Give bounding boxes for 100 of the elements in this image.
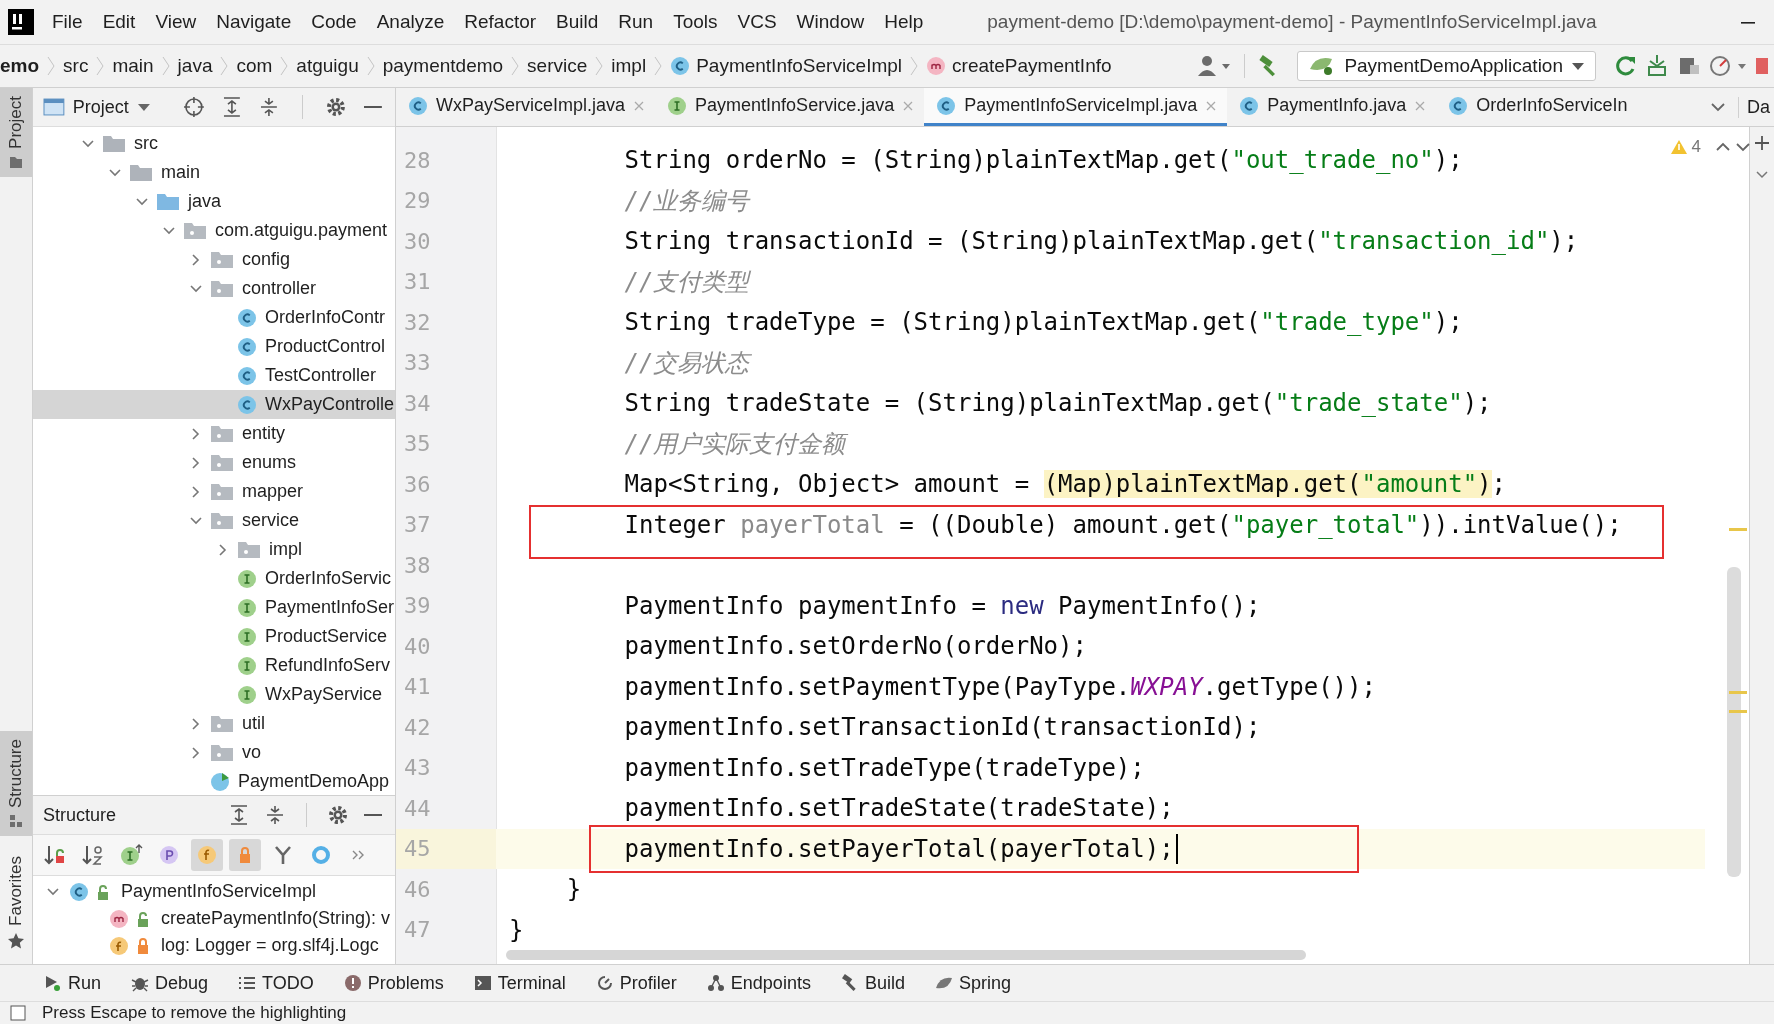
menu-item[interactable]: View [155, 11, 197, 33]
editor-tab[interactable]: OrderInfoServiceIn [1436, 88, 1638, 126]
field-icon[interactable] [191, 839, 223, 871]
scrollbar[interactable] [1727, 567, 1741, 877]
tree-item[interactable]: WxPayService [33, 680, 395, 709]
code-line: PaymentInfo paymentInfo = new PaymentInfo(); [624, 591, 1261, 620]
breadcrumb-item[interactable]: src [63, 55, 89, 77]
class-icon [237, 394, 257, 415]
tool-window-button[interactable]: TODO [234, 970, 318, 996]
menu-item[interactable]: Run [618, 11, 654, 33]
menu-item[interactable]: Window [796, 11, 865, 33]
breadcrumb-item[interactable]: emo [0, 55, 40, 77]
menu-item[interactable]: Code [311, 11, 357, 33]
tree-item[interactable]: OrderInfoContr [33, 303, 395, 332]
tree-item[interactable]: controller [33, 274, 395, 303]
package-folder-icon [237, 540, 261, 559]
user-icon[interactable] [1196, 54, 1233, 78]
editor-tab[interactable]: WxPayServiceImpl.java [396, 88, 656, 126]
caret-icon[interactable] [136, 102, 151, 112]
tool-window-button[interactable]: Terminal [469, 970, 570, 996]
breadcrumb-item[interactable]: com [236, 55, 273, 77]
editor-tab[interactable]: PaymentInfo.java [1227, 88, 1437, 126]
tree-item[interactable]: OrderInfoServic [33, 564, 395, 593]
tool-window-tab[interactable]: Favorites [0, 848, 32, 958]
menu-item[interactable]: Build [556, 11, 599, 33]
chevron-down-icon[interactable] [1735, 140, 1751, 154]
tool-window-button[interactable]: Run [40, 970, 106, 996]
breadcrumb-item[interactable]: main [112, 55, 154, 77]
collapse-all-icon[interactable] [264, 804, 286, 826]
menu-item[interactable]: Help [884, 11, 924, 33]
line-number: 47 [403, 916, 432, 945]
menu-item[interactable]: File [52, 11, 83, 33]
locate-icon[interactable] [182, 96, 205, 118]
warning-marker[interactable] [1729, 691, 1747, 694]
package-folder-icon [210, 714, 234, 733]
tool-window-button[interactable]: Build [836, 970, 909, 996]
tree-item[interactable]: mapper [33, 477, 395, 506]
menu-item[interactable]: Edit [102, 11, 136, 33]
tree-item[interactable]: impl [33, 535, 395, 564]
expand-all-icon[interactable] [228, 804, 250, 826]
tree-item[interactable]: PaymentDemoApp [33, 767, 395, 795]
breadcrumb-item[interactable]: java [177, 55, 213, 77]
tool-window-tab[interactable]: Structure [0, 731, 32, 837]
interface-icon [237, 655, 257, 676]
tool-window-button[interactable]: Problems [339, 970, 448, 996]
tool-window-tab[interactable]: Project [0, 88, 32, 177]
menu-item[interactable]: VCS [737, 11, 777, 33]
chevron-icon [654, 55, 663, 77]
tree-item[interactable]: util [33, 709, 395, 738]
panel-title[interactable]: Project [72, 96, 129, 118]
breadcrumb-item[interactable]: atguigu [296, 55, 359, 77]
breadcrumb-item[interactable]: PaymentInfoServiceImpl [670, 55, 903, 77]
breadcrumb-item[interactable]: paymentdemo [382, 55, 504, 77]
chevron-icon [511, 55, 520, 77]
side-tab[interactable]: Da [1738, 96, 1774, 118]
tree-item[interactable]: config [33, 245, 395, 274]
menu-item[interactable]: Analyze [376, 11, 445, 33]
tree-item[interactable]: entity [33, 419, 395, 448]
warning-marker[interactable] [1729, 710, 1747, 713]
settings-icon[interactable] [325, 96, 348, 118]
structure-item[interactable]: PaymentInfoServiceImpl [33, 878, 395, 905]
tree-item[interactable]: TestController [33, 361, 395, 390]
chevron-down-icon[interactable] [1755, 169, 1769, 181]
tree-item[interactable]: ProductControl [33, 332, 395, 361]
scrollbar[interactable] [506, 950, 1306, 960]
tree-item[interactable]: vo [33, 738, 395, 767]
editor-tab[interactable]: PaymentInfoServiceImpl.java [924, 88, 1228, 126]
settings-icon[interactable] [327, 804, 349, 826]
tool-window-button[interactable]: Debug [127, 970, 213, 996]
tree-item[interactable]: service [33, 506, 395, 535]
profiler-icon[interactable] [1708, 53, 1748, 79]
run-configuration-dropdown[interactable]: PaymentDemoApplication [1297, 51, 1596, 81]
code-line: Integer payerTotal = ((Double) amount.get("payer_total")).intValue(); [624, 510, 1622, 539]
structure-item[interactable]: createPaymentInfo(String): v [33, 905, 395, 932]
tree-item[interactable]: src [33, 129, 395, 158]
tree-item[interactable]: ProductService [33, 622, 395, 651]
tree-item[interactable]: RefundInfoServ [33, 651, 395, 680]
tree-item[interactable]: main [33, 158, 395, 187]
tool-window-button[interactable]: Spring [930, 970, 1015, 996]
menu-item[interactable]: Navigate [216, 11, 292, 33]
tree-item[interactable]: java [33, 187, 395, 216]
tree-item[interactable]: PaymentInfoSer [33, 593, 395, 622]
structure-item[interactable]: log: Logger = org.slf4j.Logc [33, 932, 395, 959]
checkbox-icon[interactable] [10, 1005, 26, 1021]
package-folder-icon [210, 424, 234, 443]
breadcrumb-item[interactable]: impl [611, 55, 647, 77]
editor-tab[interactable]: PaymentInfoService.java [655, 88, 925, 126]
plus-icon[interactable] [1754, 135, 1770, 151]
breadcrumb-item[interactable]: service [527, 55, 588, 77]
breadcrumb-item[interactable]: createPaymentInfo [926, 55, 1112, 77]
menu-item[interactable]: Refactor [464, 11, 537, 33]
tree-item[interactable]: com.atguigu.payment [33, 216, 395, 245]
tree-item[interactable]: WxPayControlle [33, 390, 395, 419]
package-folder-icon [210, 279, 234, 298]
tree-item[interactable]: enums [33, 448, 395, 477]
warning-marker[interactable] [1729, 528, 1747, 531]
menu-item[interactable]: Tools [673, 11, 718, 33]
tool-window-button[interactable]: Profiler [591, 970, 681, 996]
tool-window-button[interactable]: Endpoints [702, 970, 815, 996]
warning-count[interactable]: 4 [1691, 137, 1701, 157]
